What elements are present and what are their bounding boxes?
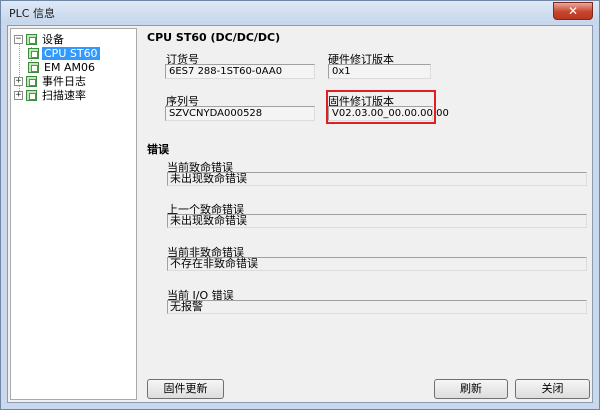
- expand-icon[interactable]: +: [14, 76, 23, 86]
- firmware-update-button[interactable]: 固件更新: [147, 379, 224, 399]
- errors-section-title: 错误: [147, 143, 169, 156]
- collapse-icon[interactable]: −: [14, 34, 23, 44]
- device-folder-icon: [26, 33, 37, 45]
- tree-item-label: 设备: [42, 33, 64, 46]
- hardware-revision-field[interactable]: 0x1: [328, 64, 431, 79]
- close-icon[interactable]: ✕: [553, 2, 593, 20]
- cpu-module-icon: [28, 47, 39, 59]
- window-content: − 设备 CPU ST60 EM AM06 + 事件日志 + 扫描速率 CPU …: [7, 25, 593, 403]
- tree-item-scan-rate[interactable]: + 扫描速率: [14, 88, 88, 102]
- event-log-icon: [26, 75, 37, 87]
- close-button[interactable]: 关闭: [515, 379, 590, 399]
- tree-item-label: 扫描速率: [42, 89, 86, 102]
- current-nonfatal-error-field[interactable]: 不存在非致命错误: [167, 257, 587, 271]
- firmware-highlight-box: [326, 90, 436, 124]
- device-info-panel: CPU ST60 (DC/DC/DC) 订货号 6ES7 288-1ST60-0…: [143, 26, 592, 402]
- expansion-module-icon: [28, 61, 39, 73]
- title-bar[interactable]: PLC 信息 ✕: [1, 1, 599, 23]
- window-title: PLC 信息: [9, 7, 55, 20]
- device-tree: − 设备 CPU ST60 EM AM06 + 事件日志 + 扫描速率: [10, 28, 137, 400]
- scan-rate-icon: [26, 89, 37, 101]
- previous-fatal-error-field[interactable]: 未出现致命错误: [167, 214, 587, 228]
- serial-number-field[interactable]: SZVCNYDA000528: [165, 106, 315, 121]
- tree-item-devices[interactable]: − 设备: [14, 32, 66, 46]
- current-io-error-field[interactable]: 无报警: [167, 300, 587, 314]
- refresh-button[interactable]: 刷新: [434, 379, 508, 399]
- tree-item-label: EM AM06: [44, 60, 95, 74]
- tree-item-cpu-st60[interactable]: CPU ST60: [28, 46, 100, 60]
- plc-info-window: PLC 信息 ✕ − 设备 CPU ST60 EM AM06 + 事件日志 + …: [0, 0, 600, 410]
- order-number-field[interactable]: 6ES7 288-1ST60-0AA0: [165, 64, 315, 79]
- current-fatal-error-field[interactable]: 未出现致命错误: [167, 172, 587, 186]
- tree-item-event-log[interactable]: + 事件日志: [14, 74, 88, 88]
- expand-icon[interactable]: +: [14, 90, 23, 100]
- device-heading: CPU ST60 (DC/DC/DC): [147, 31, 281, 44]
- tree-item-em-am06[interactable]: EM AM06: [28, 60, 97, 74]
- tree-item-label: CPU ST60: [42, 46, 100, 60]
